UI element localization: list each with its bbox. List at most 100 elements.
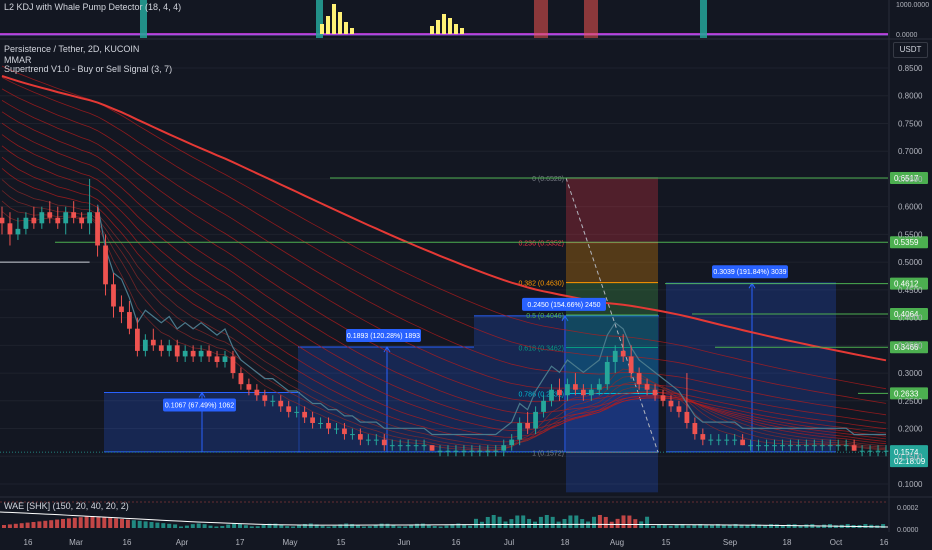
kdj-pump-bar [326, 16, 330, 34]
candle-body [628, 356, 634, 374]
wae-histogram-bar [580, 519, 585, 528]
kdj-pump-bar [448, 18, 452, 34]
fib-level-label: 0.236 (0.5352) [518, 241, 564, 248]
candle-body [748, 445, 754, 447]
candle-body [103, 245, 108, 285]
candle-body [71, 212, 77, 218]
kdj-pump-bar [320, 24, 324, 34]
candle-body [557, 389, 562, 396]
wae-histogram-bar [261, 524, 266, 528]
candle-body [700, 434, 706, 440]
wae-histogram-bar [780, 525, 785, 528]
kdj-pump-bar [460, 28, 464, 34]
wae-histogram-bar [43, 520, 48, 528]
wae-histogram-bar [214, 526, 219, 528]
wae-histogram-bar [184, 525, 189, 528]
wae-histogram-bar [468, 525, 473, 528]
candle-body [222, 356, 228, 362]
currency-button[interactable]: USDT [893, 42, 928, 58]
wae-histogram-bar [320, 525, 325, 528]
measure-label: 0.1067 (67.49%) 1062 [165, 402, 234, 409]
time-tick-label: Jul [504, 538, 514, 547]
candle-body [716, 439, 722, 441]
candle-body [652, 389, 658, 396]
candle-body [756, 445, 761, 447]
wae-histogram-bar [332, 525, 337, 528]
wae-histogram-bar [379, 523, 384, 528]
time-tick-label: Jun [398, 538, 411, 547]
kdj-pump-bar [454, 24, 458, 34]
wae-histogram-bar [19, 523, 24, 528]
candle-body [278, 400, 284, 407]
candle-body [270, 400, 276, 402]
candle-body [788, 445, 793, 447]
candle-body [214, 356, 220, 362]
candle-body [501, 445, 507, 451]
wae-histogram-bar [13, 523, 18, 528]
wae-histogram-bar [645, 516, 650, 528]
supertrend-legend[interactable]: Supertrend V1.0 - Buy or Sell Signal (3,… [4, 64, 172, 74]
candle-body [772, 445, 777, 447]
wae-legend-text: WAE [SHK] (150, 20, 40, 20, 2) [4, 501, 129, 511]
price-tick-label: 0.6000 [898, 203, 923, 212]
candle-body [381, 439, 387, 446]
wae-histogram-bar [326, 526, 331, 528]
candle-body [604, 361, 610, 385]
measure-label: 0.2450 (154.66%) 2450 [527, 302, 600, 309]
wae-legend[interactable]: WAE [SHK] (150, 20, 40, 20, 2) [4, 501, 129, 511]
wae-histogram-bar [7, 524, 12, 528]
candle-body [796, 445, 801, 447]
price-tick-label: 0.8000 [898, 92, 923, 101]
wae-histogram-bar [2, 525, 6, 528]
candle-body [55, 217, 61, 224]
symbol-title[interactable]: Persistence / Tether, 2D, KUCOIN [4, 44, 139, 54]
candle-body [342, 428, 347, 435]
wae-histogram-bar [592, 516, 596, 528]
wae-histogram-bar [385, 523, 390, 528]
kdj-whale-bar-green [700, 0, 707, 38]
candle-body [803, 445, 809, 447]
wae-histogram-bar [438, 526, 443, 528]
candle-body [867, 450, 873, 452]
fib-zone [566, 242, 658, 283]
wae-histogram-bar [167, 523, 172, 528]
fib-level-label: 0.5 (0.4046) [526, 313, 564, 320]
candle-body [835, 445, 841, 447]
wae-histogram-bar [285, 526, 290, 528]
wae-histogram-bar [774, 524, 779, 528]
candle-body [373, 439, 379, 441]
time-tick-label: 17 [236, 538, 245, 547]
candle-body [453, 450, 459, 452]
wae-histogram-bar [243, 525, 248, 528]
candle-body [740, 439, 746, 446]
wae-histogram-bar [686, 525, 691, 528]
tradingview-chart[interactable]: 0 (0.6520)0.236 (0.5352)0.382 (0.4630)0.… [0, 0, 932, 550]
wae-histogram-bar [66, 518, 71, 528]
wae-histogram-bar [238, 523, 242, 528]
wae-axis-label: 0.0002 [897, 505, 919, 512]
candle-body [262, 395, 268, 401]
wae-histogram-bar [90, 516, 95, 528]
candle-body [588, 389, 594, 396]
wae-histogram-bar [249, 526, 254, 528]
candle-body [206, 350, 212, 357]
price-tick-label: 0.6500 [898, 175, 923, 184]
candle-body [413, 445, 419, 447]
kdj-legend[interactable]: L2 KDJ with Whale Pump Detector (18, 4, … [4, 2, 181, 12]
wae-histogram-bar [621, 515, 626, 528]
candle-body [63, 212, 69, 224]
candle-body [437, 450, 443, 452]
wae-histogram-bar [149, 522, 154, 528]
time-tick-label: Mar [69, 538, 83, 547]
wae-histogram-bar [220, 525, 225, 528]
candle-body [811, 445, 817, 447]
kdj-pump-bar [436, 20, 440, 34]
candle-body [326, 422, 331, 429]
time-tick-label: 15 [337, 538, 346, 547]
wae-histogram-bar [102, 517, 107, 528]
candle-body [357, 434, 363, 440]
candle-body [79, 217, 85, 224]
candle-body [509, 439, 515, 446]
wae-histogram-bar [597, 515, 602, 528]
measure-label: 0.1893 (120.28%) 1893 [347, 333, 420, 340]
